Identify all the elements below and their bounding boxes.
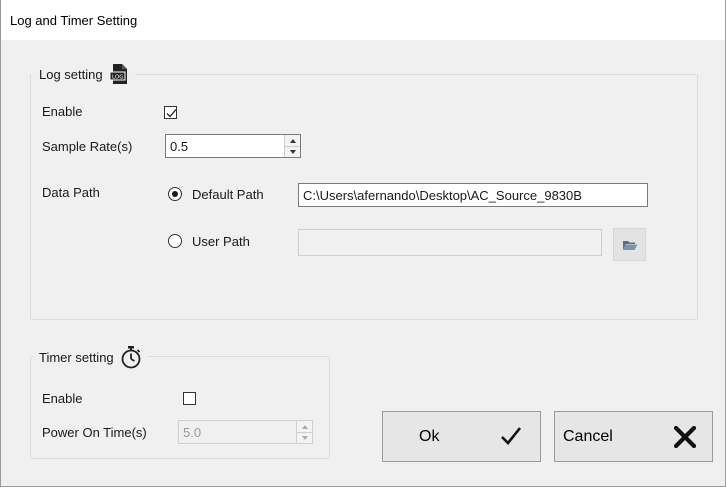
close-x-icon <box>673 425 697 453</box>
user-path-label[interactable]: User Path <box>192 234 250 249</box>
timer-enable-checkbox[interactable] <box>183 392 196 405</box>
stepper-down-button[interactable] <box>285 146 300 157</box>
data-path-label: Data Path <box>42 185 100 200</box>
cancel-button-label: Cancel <box>563 427 613 445</box>
default-path-value: C:\Users\afernando\Desktop\AC_Source_983… <box>303 188 582 203</box>
title-bar[interactable]: Log and Timer Setting <box>1 0 725 40</box>
power-on-time-label: Power On Time(s) <box>42 425 147 440</box>
log-enable-checkbox[interactable] <box>164 106 177 119</box>
sample-rate-stepper[interactable] <box>284 135 300 157</box>
checkmark-small-icon <box>166 109 177 118</box>
checkmark-icon <box>500 426 522 451</box>
timer-setting-title: Timer setting <box>39 349 114 365</box>
stepper-down-button[interactable] <box>297 432 312 443</box>
power-on-time-value: 5.0 <box>183 425 202 440</box>
default-path-field[interactable]: C:\Users\afernando\Desktop\AC_Source_983… <box>298 183 648 207</box>
arrow-down-icon <box>289 150 296 154</box>
stopwatch-icon <box>120 345 142 369</box>
log-setting-legend: Log setting LOG <box>33 61 135 87</box>
timer-setting-legend: Timer setting <box>33 342 148 372</box>
default-path-label[interactable]: Default Path <box>192 187 264 202</box>
arrow-up-icon <box>289 138 296 143</box>
ok-button-label: Ok <box>419 427 440 445</box>
timer-enable-label: Enable <box>42 391 83 406</box>
svg-text:LOG: LOG <box>112 75 123 81</box>
user-path-radio[interactable] <box>168 234 182 248</box>
radio-selected-dot <box>172 191 178 197</box>
browse-folder-button[interactable] <box>613 228 646 261</box>
user-path-field[interactable] <box>298 229 602 256</box>
log-enable-label: Enable <box>42 104 83 119</box>
power-on-time-input[interactable]: 5.0 <box>178 420 313 444</box>
default-path-radio[interactable] <box>168 187 182 201</box>
log-setting-title: Log setting <box>39 66 103 82</box>
stepper-up-button[interactable] <box>297 421 312 432</box>
power-on-time-stepper[interactable] <box>296 421 312 443</box>
ok-button[interactable]: Ok <box>382 411 541 462</box>
log-file-icon: LOG <box>109 63 129 85</box>
arrow-up-icon <box>301 424 308 429</box>
sample-rate-input[interactable]: 0.5 <box>165 134 301 158</box>
cancel-button[interactable]: Cancel <box>554 411 713 462</box>
sample-rate-label: Sample Rate(s) <box>42 139 133 154</box>
window-title: Log and Timer Setting <box>10 13 138 28</box>
stepper-up-button[interactable] <box>285 135 300 146</box>
arrow-down-icon <box>301 436 308 440</box>
folder-open-icon <box>622 240 637 250</box>
dialog-window: Log and Timer Setting Log setting LOG En… <box>0 0 726 487</box>
sample-rate-value: 0.5 <box>170 139 189 154</box>
